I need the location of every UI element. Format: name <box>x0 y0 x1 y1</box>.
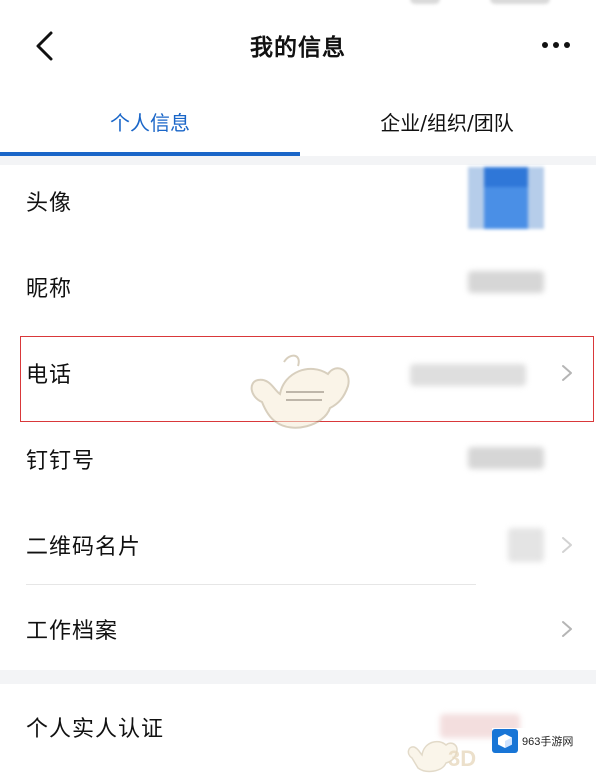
row-label: 昵称 <box>26 277 73 302</box>
chevron-right-icon <box>562 537 572 553</box>
page-title: 我的信息 <box>250 35 346 61</box>
tab-personal-info[interactable]: 个人信息 <box>0 92 300 150</box>
more-dots-icon <box>542 42 548 48</box>
row-avatar[interactable]: 头像 <box>0 158 596 244</box>
row-work-profile[interactable]: 工作档案 <box>0 586 596 672</box>
avatar <box>468 167 544 229</box>
row-label: 工作档案 <box>26 619 119 644</box>
row-real-name-verification[interactable]: 个人实人认证 <box>0 684 596 770</box>
watermark-text: 3D <box>448 746 477 771</box>
cube-icon <box>498 734 512 748</box>
avatar-image-lower <box>484 187 528 229</box>
status-icon <box>410 0 440 4</box>
row-nickname[interactable]: 昵称 <box>0 244 596 330</box>
nav-bar: 我的信息 <box>0 14 596 80</box>
section-separator <box>0 670 596 684</box>
row-qr-card[interactable]: 二维码名片 <box>0 502 596 588</box>
tab-organization[interactable]: 企业/组织/团队 <box>298 92 596 150</box>
row-label: 个人实人认证 <box>26 717 165 742</box>
row-label: 钉钉号 <box>26 449 96 474</box>
qr-code-icon <box>508 528 544 562</box>
cube-logo-icon <box>492 729 518 753</box>
watermark-logo: 963手游网 <box>492 728 596 754</box>
watermark-brand-text: 963手游网 <box>522 736 574 748</box>
row-divider <box>26 584 476 585</box>
chevron-right-icon <box>562 621 572 637</box>
blurred-value <box>468 271 544 293</box>
more-button[interactable] <box>536 30 576 60</box>
status-icon <box>490 0 550 4</box>
tab-bar: 个人信息 企业/组织/团队 <box>0 92 596 156</box>
more-dots-icon-dot <box>564 42 570 48</box>
blurred-value <box>468 447 544 469</box>
watermark-mascot-icon <box>250 354 350 429</box>
row-label: 头像 <box>26 191 73 216</box>
more-dots-icon-dot <box>553 42 559 48</box>
status-bar <box>0 0 596 14</box>
row-label: 二维码名片 <box>26 535 142 560</box>
